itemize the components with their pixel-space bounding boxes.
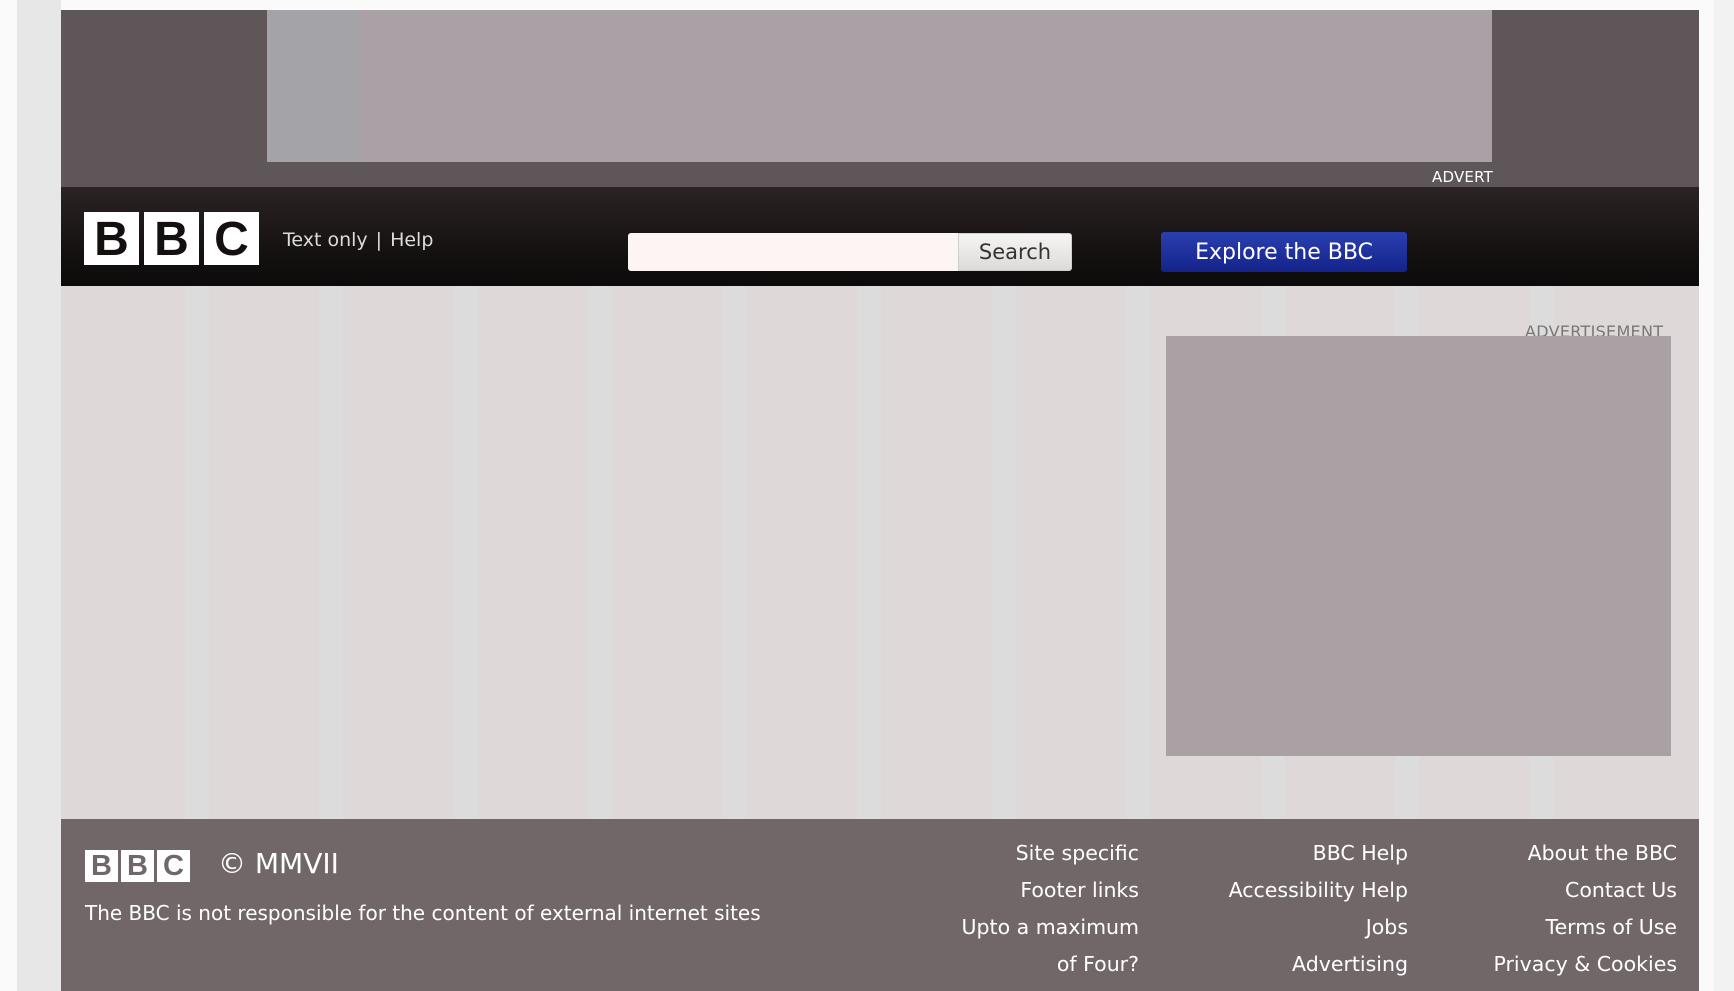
- footer-link[interactable]: of Four?: [962, 946, 1139, 983]
- search-button[interactable]: Search: [958, 233, 1072, 271]
- search-input[interactable]: [628, 233, 958, 271]
- footer-column-about: About the BBC Contact Us Terms of Use Pr…: [1494, 835, 1678, 983]
- footer-link-bbc-help[interactable]: BBC Help: [1229, 835, 1408, 872]
- advert-band: ADVERT: [61, 10, 1699, 187]
- left-gutter: [17, 0, 61, 991]
- grid-strip: [319, 286, 343, 819]
- bbc-logo-letter: B: [144, 212, 199, 266]
- help-link[interactable]: Help: [390, 229, 433, 251]
- grid-strip: [857, 286, 881, 819]
- footer-logo-letter: B: [85, 850, 118, 882]
- footer-link[interactable]: Footer links: [962, 872, 1139, 909]
- search-box: Search: [628, 233, 1072, 271]
- footer-column-site-specific: Site specific Footer links Upto a maximu…: [962, 835, 1139, 983]
- grid-strip: [723, 286, 747, 819]
- advert-banner-slot[interactable]: [267, 10, 1492, 162]
- utility-links: Text only | Help: [283, 229, 433, 251]
- footer-link-jobs[interactable]: Jobs: [1229, 909, 1408, 946]
- grid-strip: [992, 286, 1016, 819]
- footer-link-about-the-bbc[interactable]: About the BBC: [1494, 835, 1677, 872]
- page-container: ADVERT B B C Text only | Help Search Exp…: [61, 10, 1699, 991]
- advert-slot-shade: [267, 10, 357, 162]
- bbc-logo-letter: C: [204, 212, 259, 266]
- grid-strip: [454, 286, 478, 819]
- grid-strip: [588, 286, 612, 819]
- grid-strip: [1126, 286, 1150, 819]
- footer-link-accessibility-help[interactable]: Accessibility Help: [1229, 872, 1408, 909]
- footer-link-privacy-cookies[interactable]: Privacy & Cookies: [1494, 946, 1678, 983]
- footer: B B C © MMVII The BBC is not responsible…: [61, 819, 1699, 991]
- footer-link-contact-us[interactable]: Contact Us: [1494, 872, 1677, 909]
- bbc-logo[interactable]: B B C: [84, 212, 259, 266]
- explore-the-bbc-button[interactable]: Explore the BBC: [1161, 232, 1407, 272]
- grid-strip: [185, 286, 209, 819]
- bbc-logo-letter: B: [84, 212, 139, 266]
- advert-label: ADVERT: [1432, 168, 1493, 186]
- util-link-separator: |: [375, 229, 383, 251]
- footer-logo-letter: C: [157, 850, 190, 882]
- text-only-link[interactable]: Text only: [283, 229, 368, 251]
- footer-bbc-logo[interactable]: B B C: [85, 850, 190, 882]
- footer-link[interactable]: Site specific: [962, 835, 1139, 872]
- main-content: ADVERTISEMENT: [61, 286, 1699, 819]
- copyright-text: © MMVII: [218, 847, 339, 880]
- right-gutter: [1714, 0, 1734, 991]
- footer-column-help: BBC Help Accessibility Help Jobs Adverti…: [1229, 835, 1408, 983]
- masthead: B B C Text only | Help Search Explore th…: [61, 187, 1699, 286]
- footer-link[interactable]: Upto a maximum: [962, 909, 1139, 946]
- footer-logo-letter: B: [121, 850, 154, 882]
- mpu-advert-slot[interactable]: [1166, 336, 1671, 756]
- footer-link-terms-of-use[interactable]: Terms of Use: [1494, 909, 1677, 946]
- footer-link-advertising[interactable]: Advertising: [1229, 946, 1408, 983]
- disclaimer-text: The BBC is not responsible for the conte…: [85, 901, 761, 925]
